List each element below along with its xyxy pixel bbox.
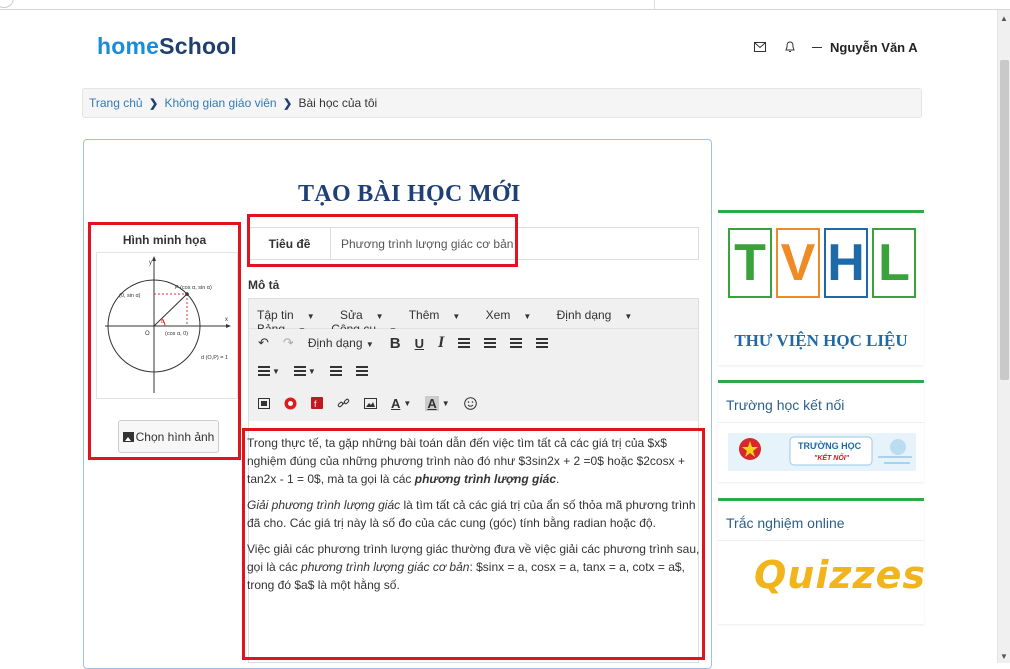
- diagram-label-o: O: [145, 331, 150, 337]
- menu-file[interactable]: Tập tin ▼: [257, 308, 326, 322]
- chevron-right-icon: ❯: [148, 98, 159, 110]
- align-center-icon[interactable]: [484, 338, 497, 348]
- record-icon[interactable]: [284, 397, 297, 410]
- image-insert-icon[interactable]: [364, 397, 377, 409]
- editor-toolbar-row-1: ↶ ↷ Định dạng ▼ B U I: [249, 329, 698, 357]
- indent-icon[interactable]: [355, 366, 368, 376]
- user-header: Nguyễn Văn A: [752, 39, 918, 55]
- username[interactable]: Nguyễn Văn A: [830, 40, 918, 55]
- tvhl-caption: THƯ VIỆN HỌC LIỆU: [734, 331, 908, 350]
- school-banner[interactable]: TRƯỜNG HỌC "KẾT NỐI": [728, 433, 916, 471]
- emoticon-icon[interactable]: [463, 396, 477, 410]
- quiz-widget: Trắc nghiệm online Quizzes: [718, 498, 926, 624]
- content-highlight: [242, 428, 705, 660]
- diagram-label-alpha: α: [161, 319, 165, 325]
- align-right-icon[interactable]: [510, 338, 523, 348]
- breadcrumb-teacher-space[interactable]: Không gian giáo viên: [165, 96, 277, 110]
- menu-edit[interactable]: Sửa ▼: [340, 308, 395, 322]
- bg-color-icon[interactable]: A ▼: [425, 395, 450, 411]
- tvhl-widget[interactable]: T V H L THƯ VIỆN HỌC LIỆU: [718, 210, 924, 365]
- choose-image-label: Chọn hình ảnh: [135, 429, 215, 444]
- breadcrumb-current: Bài học của tôi: [298, 96, 378, 110]
- breadcrumb: Trang chủ ❯ Không gian giáo viên ❯ Bài h…: [82, 88, 922, 118]
- bullet-list-icon[interactable]: ▼: [258, 366, 280, 376]
- scroll-up-icon[interactable]: ▲: [1000, 14, 1008, 23]
- image-icon: [122, 431, 134, 442]
- diagram-label-distance: d (O,P) = 1: [201, 355, 228, 361]
- italic-icon[interactable]: I: [438, 334, 444, 352]
- menu-view[interactable]: Xem ▼: [486, 308, 543, 322]
- align-left-icon[interactable]: [458, 338, 471, 348]
- illustration-heading: Hình minh họa: [122, 233, 207, 247]
- menu-format[interactable]: Định dạng ▼: [557, 308, 644, 322]
- site-logo[interactable]: homeSchool: [97, 33, 237, 60]
- underline-icon[interactable]: U: [415, 336, 424, 351]
- link-icon[interactable]: [337, 397, 350, 410]
- avatar-divider: [812, 46, 822, 48]
- school-widget-title: Trường học kết nối: [718, 383, 924, 423]
- breadcrumb-home[interactable]: Trang chủ: [89, 96, 143, 110]
- school-banner-sub: "KẾT NỐI": [814, 453, 850, 462]
- chevron-right-icon: ❯: [282, 98, 293, 110]
- browser-top-strip: [0, 0, 1010, 10]
- media-icon[interactable]: [258, 397, 270, 409]
- diagram-label-cos: (cos α, 0): [165, 331, 188, 337]
- quiz-widget-title: Trắc nghiệm online: [718, 501, 924, 541]
- align-justify-icon[interactable]: [536, 338, 549, 348]
- scrollbar-thumb[interactable]: [1000, 60, 1009, 380]
- choose-image-button[interactable]: Chọn hình ảnh: [118, 420, 219, 453]
- description-label: Mô tả: [248, 278, 280, 292]
- title-highlight: [247, 214, 518, 267]
- diagram-label-sin: (0, sin α): [119, 293, 141, 299]
- quizzes-logo[interactable]: Quizzes: [754, 553, 926, 597]
- flash-icon[interactable]: f: [311, 397, 323, 409]
- diagram-label-p: P (cos α, sin α): [175, 285, 212, 291]
- mail-icon[interactable]: [752, 39, 768, 55]
- diagram-label-y: y: [149, 260, 152, 266]
- format-dropdown[interactable]: Định dạng ▼: [308, 336, 374, 350]
- page-title: TẠO BÀI HỌC MỚI: [298, 181, 521, 207]
- unit-circle-image: y x O P (cos α, sin α) (0, sin α) (cos α…: [96, 252, 238, 399]
- redo-icon[interactable]: ↷: [283, 335, 294, 351]
- menu-insert[interactable]: Thêm ▼: [409, 308, 472, 322]
- undo-icon[interactable]: ↶: [258, 335, 269, 351]
- school-banner-main: TRƯỜNG HỌC: [798, 440, 862, 451]
- bold-icon[interactable]: B: [390, 335, 401, 352]
- illustration-panel: Hình minh họa y x O P (cos α, sin α) (0,…: [88, 222, 241, 460]
- numbered-list-icon[interactable]: ▼: [293, 366, 316, 376]
- outdent-icon[interactable]: [329, 366, 342, 376]
- tvhl-logo: T V H L: [728, 228, 916, 298]
- scroll-down-icon[interactable]: ▼: [1000, 652, 1008, 661]
- editor-toolbar-row-2: ▼ ▼: [249, 357, 698, 385]
- bell-icon[interactable]: [782, 39, 798, 55]
- editor-menubar: Tập tin▼ Sửa▼ Thêm▼ Xem▼ Định dạng▼ Bảng…: [249, 299, 698, 336]
- editor-toolbar-row-3: f A ▼ A ▼: [249, 385, 698, 421]
- school-widget: Trường học kết nối TRƯỜNG HỌC "KẾT NỐI": [718, 380, 924, 482]
- diagram-label-x: x: [225, 317, 228, 323]
- text-color-icon[interactable]: A ▼: [391, 396, 411, 411]
- page-scrollbar[interactable]: ▲ ▼: [997, 10, 1010, 663]
